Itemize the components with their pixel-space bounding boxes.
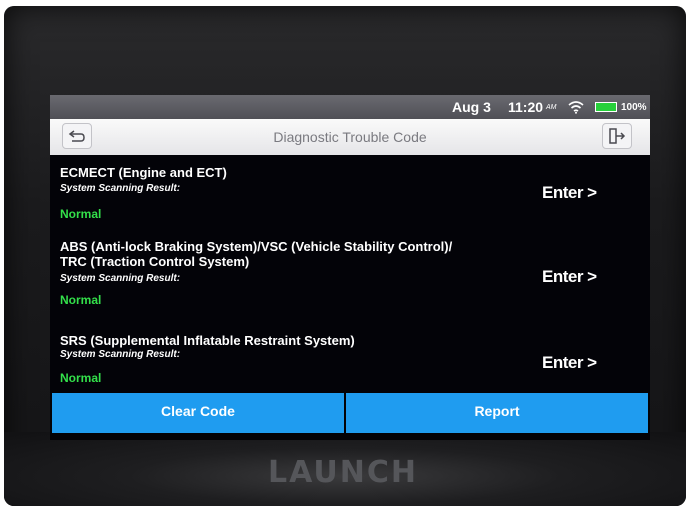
status-badge: Normal (60, 293, 102, 307)
screen: Aug 3 11:20 AM 100% Diagnostic Trouble C… (50, 95, 650, 440)
exit-button[interactable] (602, 123, 632, 149)
scan-result-label: System Scanning Result: (60, 183, 181, 194)
battery-icon (595, 102, 617, 112)
enter-button[interactable]: Enter > (542, 353, 597, 373)
scan-result-label: System Scanning Result: (60, 273, 181, 284)
status-badge: Normal (60, 207, 102, 221)
system-title: SRS (Supplemental Inflatable Restraint S… (60, 333, 520, 348)
brand-logo: LAUNCH (268, 455, 419, 490)
status-date: Aug 3 (452, 99, 491, 115)
system-title: ABS (Anti-lock Braking System)/VSC (Vehi… (60, 239, 530, 269)
report-button[interactable]: Report (346, 393, 648, 433)
system-title: ECMECT (Engine and ECT) (60, 165, 520, 180)
system-title-line: ECMECT (Engine and ECT) (60, 165, 227, 180)
system-title-line: TRC (Traction Control System) (60, 254, 250, 269)
page-title: Diagnostic Trouble Code (273, 129, 427, 145)
clear-code-button[interactable]: Clear Code (52, 393, 344, 433)
status-time: 11:20 (508, 99, 544, 115)
enter-button[interactable]: Enter > (542, 267, 597, 287)
system-title-line: SRS (Supplemental Inflatable Restraint S… (60, 333, 355, 348)
scan-result-label: System Scanning Result: (60, 349, 181, 360)
battery-percent: 100% (621, 102, 647, 113)
wifi-icon (568, 100, 584, 114)
action-bar: Clear Code Report (50, 393, 650, 433)
enter-button[interactable]: Enter > (542, 183, 597, 203)
status-bar: Aug 3 11:20 AM 100% (50, 95, 650, 119)
status-badge: Normal (60, 371, 102, 385)
page-header: Diagnostic Trouble Code (50, 119, 650, 155)
system-title-line: ABS (Anti-lock Braking System)/VSC (Vehi… (60, 239, 453, 254)
status-ampm: AM (546, 104, 557, 111)
